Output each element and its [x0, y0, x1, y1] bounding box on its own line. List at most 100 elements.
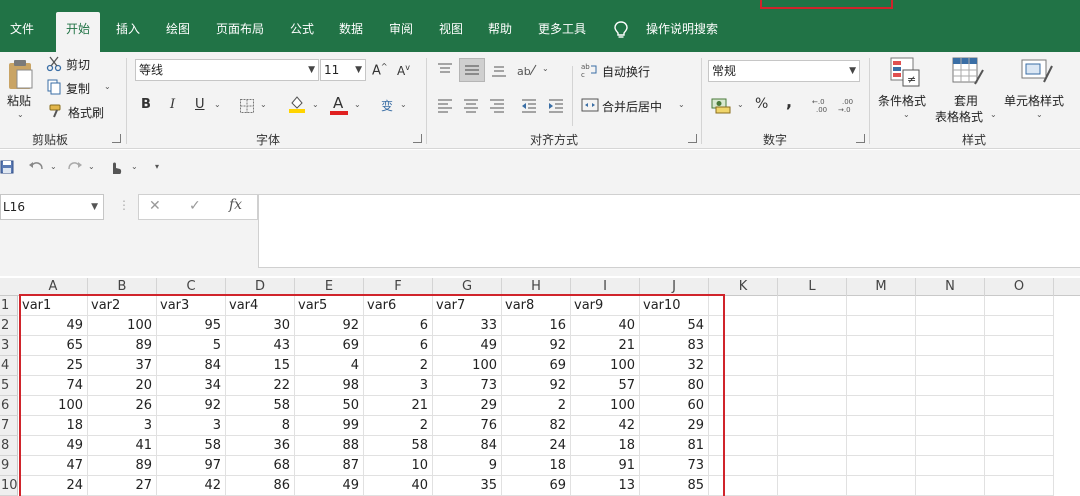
font-color-dropdown-arrow[interactable]: ⌄: [354, 100, 361, 109]
empty-cell[interactable]: [709, 376, 778, 396]
cell-styles-button[interactable]: 单元格样式: [1004, 92, 1064, 109]
customize-toolbar-arrow[interactable]: ▾: [155, 162, 159, 171]
font-dialog-launcher[interactable]: [413, 134, 422, 143]
tell-me-search[interactable]: 操作说明搜索: [636, 12, 728, 52]
data-cell[interactable]: 91: [571, 456, 640, 476]
column-header[interactable]: N: [916, 278, 985, 296]
data-cell[interactable]: 2: [502, 396, 571, 416]
column-header[interactable]: K: [709, 278, 778, 296]
column-header[interactable]: L: [778, 278, 847, 296]
format-as-table-button-line1[interactable]: 套用: [954, 92, 978, 109]
empty-cell[interactable]: [916, 356, 985, 376]
redo-dropdown-arrow[interactable]: ⌄: [88, 162, 95, 171]
empty-cell[interactable]: [847, 456, 916, 476]
tab-page-layout[interactable]: 页面布局: [208, 12, 272, 52]
borders-dropdown-arrow[interactable]: ⌄: [260, 100, 267, 109]
number-dialog-launcher[interactable]: [856, 134, 865, 143]
header-cell[interactable]: var1: [19, 296, 88, 316]
empty-cell[interactable]: [778, 476, 847, 496]
name-box[interactable]: L16 ▼: [0, 194, 104, 220]
empty-cell[interactable]: [916, 416, 985, 436]
data-cell[interactable]: 100: [88, 316, 157, 336]
data-cell[interactable]: 49: [19, 316, 88, 336]
orientation-dropdown-arrow[interactable]: ⌄: [542, 64, 549, 73]
data-cell[interactable]: 98: [295, 376, 364, 396]
header-cell[interactable]: var6: [364, 296, 433, 316]
data-cell[interactable]: 95: [157, 316, 226, 336]
data-cell[interactable]: 100: [571, 356, 640, 376]
empty-cell[interactable]: [778, 356, 847, 376]
header-cell[interactable]: var4: [226, 296, 295, 316]
data-cell[interactable]: 9: [433, 456, 502, 476]
header-cell[interactable]: var7: [433, 296, 502, 316]
row-header[interactable]: 7: [0, 416, 18, 436]
empty-cell[interactable]: [778, 396, 847, 416]
data-cell[interactable]: 83: [640, 336, 709, 356]
empty-cell[interactable]: [709, 296, 778, 316]
cut-button[interactable]: 剪切: [66, 56, 90, 73]
decrease-indent-icon[interactable]: [520, 97, 538, 113]
data-cell[interactable]: 89: [88, 336, 157, 356]
data-cell[interactable]: 5: [157, 336, 226, 356]
undo-dropdown-arrow[interactable]: ⌄: [50, 162, 57, 171]
data-cell[interactable]: 24: [19, 476, 88, 496]
empty-cell[interactable]: [847, 296, 916, 316]
borders-icon[interactable]: [239, 98, 255, 114]
merge-dropdown-arrow[interactable]: ⌄: [678, 100, 685, 109]
data-cell[interactable]: 18: [502, 456, 571, 476]
empty-cell[interactable]: [847, 476, 916, 496]
number-format-combo[interactable]: 常规 ▼: [708, 60, 860, 82]
touch-mode-icon[interactable]: [106, 158, 124, 176]
data-cell[interactable]: 69: [502, 476, 571, 496]
data-cell[interactable]: 4: [295, 356, 364, 376]
tab-formulas[interactable]: 公式: [284, 12, 320, 52]
empty-cell[interactable]: [916, 456, 985, 476]
data-cell[interactable]: 21: [364, 396, 433, 416]
accounting-dropdown-arrow[interactable]: ⌄: [737, 100, 744, 109]
empty-cell[interactable]: [709, 316, 778, 336]
empty-cell[interactable]: [778, 296, 847, 316]
data-cell[interactable]: 99: [295, 416, 364, 436]
align-left-icon[interactable]: [436, 97, 454, 113]
decrease-decimal-icon[interactable]: .00 →.0: [838, 96, 858, 114]
row-header[interactable]: 8: [0, 436, 18, 456]
empty-cell[interactable]: [916, 436, 985, 456]
data-cell[interactable]: 73: [640, 456, 709, 476]
data-cell[interactable]: 32: [640, 356, 709, 376]
copy-dropdown-arrow[interactable]: ⌄: [104, 82, 111, 91]
align-right-icon[interactable]: [488, 97, 506, 113]
data-cell[interactable]: 40: [571, 316, 640, 336]
data-cell[interactable]: 84: [433, 436, 502, 456]
cancel-entry-button[interactable]: ✕: [149, 198, 161, 214]
tab-view[interactable]: 视图: [432, 12, 470, 52]
empty-cell[interactable]: [778, 436, 847, 456]
column-header[interactable]: A: [19, 278, 88, 296]
empty-cell[interactable]: [709, 416, 778, 436]
data-cell[interactable]: 26: [88, 396, 157, 416]
data-cell[interactable]: 92: [502, 376, 571, 396]
data-cell[interactable]: 36: [226, 436, 295, 456]
wrap-text-button[interactable]: 自动换行: [602, 63, 650, 80]
empty-cell[interactable]: [985, 416, 1054, 436]
data-cell[interactable]: 41: [88, 436, 157, 456]
data-cell[interactable]: 33: [433, 316, 502, 336]
column-header[interactable]: H: [502, 278, 571, 296]
underline-button[interactable]: U: [195, 97, 205, 112]
column-header[interactable]: F: [364, 278, 433, 296]
empty-cell[interactable]: [709, 396, 778, 416]
data-cell[interactable]: 3: [364, 376, 433, 396]
empty-cell[interactable]: [916, 296, 985, 316]
data-cell[interactable]: 37: [88, 356, 157, 376]
empty-cell[interactable]: [985, 436, 1054, 456]
column-header[interactable]: I: [571, 278, 640, 296]
paste-icon[interactable]: [6, 58, 34, 90]
column-header[interactable]: E: [295, 278, 364, 296]
data-cell[interactable]: 3: [88, 416, 157, 436]
data-cell[interactable]: 60: [640, 396, 709, 416]
font-color-button[interactable]: A: [333, 94, 343, 112]
clipboard-dialog-launcher[interactable]: [112, 134, 121, 143]
insert-function-button[interactable]: fx: [229, 197, 242, 213]
data-cell[interactable]: 100: [19, 396, 88, 416]
empty-cell[interactable]: [778, 416, 847, 436]
data-cell[interactable]: 65: [19, 336, 88, 356]
